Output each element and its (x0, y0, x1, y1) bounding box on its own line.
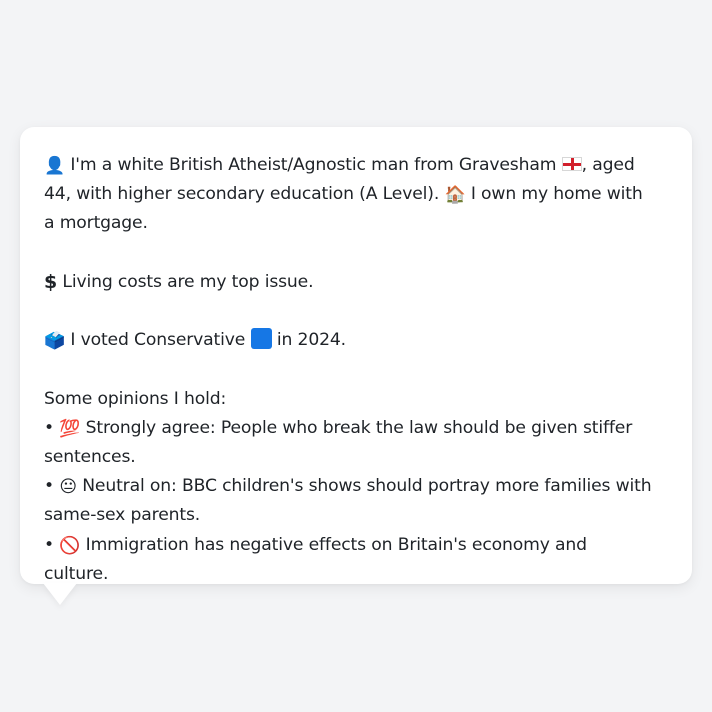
ballot-box-icon: 🗳️ (44, 331, 66, 352)
house-icon: 🏠 (444, 185, 466, 206)
opinion-item: • 💯 Strongly agree: People who break the… (44, 414, 652, 472)
bullet: • (44, 534, 60, 555)
opinions-heading: Some opinions I hold: (44, 388, 227, 409)
vote-text-a: I voted Conservative (65, 330, 251, 351)
bullet: • (44, 476, 60, 497)
opinion-text: Strongly agree: People who break the law… (44, 417, 633, 467)
intro-paragraph: 👤 I'm a white British Atheist/Agnostic m… (44, 151, 652, 239)
vote-text-b: in 2024. (271, 330, 346, 351)
opinion-text: Neutral on: BBC children's shows should … (44, 476, 652, 526)
neutral-face-icon: 😐 (59, 477, 77, 498)
prohibited-icon: 🚫 (59, 535, 81, 556)
england-flag-icon (561, 157, 582, 171)
bullet: • (44, 417, 60, 438)
message-content: 👤 I'm a white British Atheist/Agnostic m… (44, 151, 652, 589)
persona-message-card: 👤 I'm a white British Atheist/Agnostic m… (20, 127, 692, 584)
vote-paragraph: 🗳️ I voted Conservative in 2024. (44, 326, 652, 355)
speech-bubble-tail (43, 583, 77, 605)
hundred-points-icon: 💯 (59, 418, 81, 439)
issue-text: Living costs are my top issue. (57, 271, 314, 292)
dollar-icon: $ (44, 270, 58, 293)
issue-paragraph: $ Living costs are my top issue. (44, 268, 652, 297)
opinion-item: • 😐 Neutral on: BBC children's shows sho… (44, 472, 652, 530)
opinion-text: Immigration has negative effects on Brit… (44, 534, 587, 584)
person-icon: 👤 (44, 156, 66, 176)
opinion-item: • 🚫 Immigration has negative effects on … (44, 531, 652, 589)
intro-text-a: I'm a white British Atheist/Agnostic man… (65, 155, 562, 175)
blue-square-icon (250, 328, 272, 350)
